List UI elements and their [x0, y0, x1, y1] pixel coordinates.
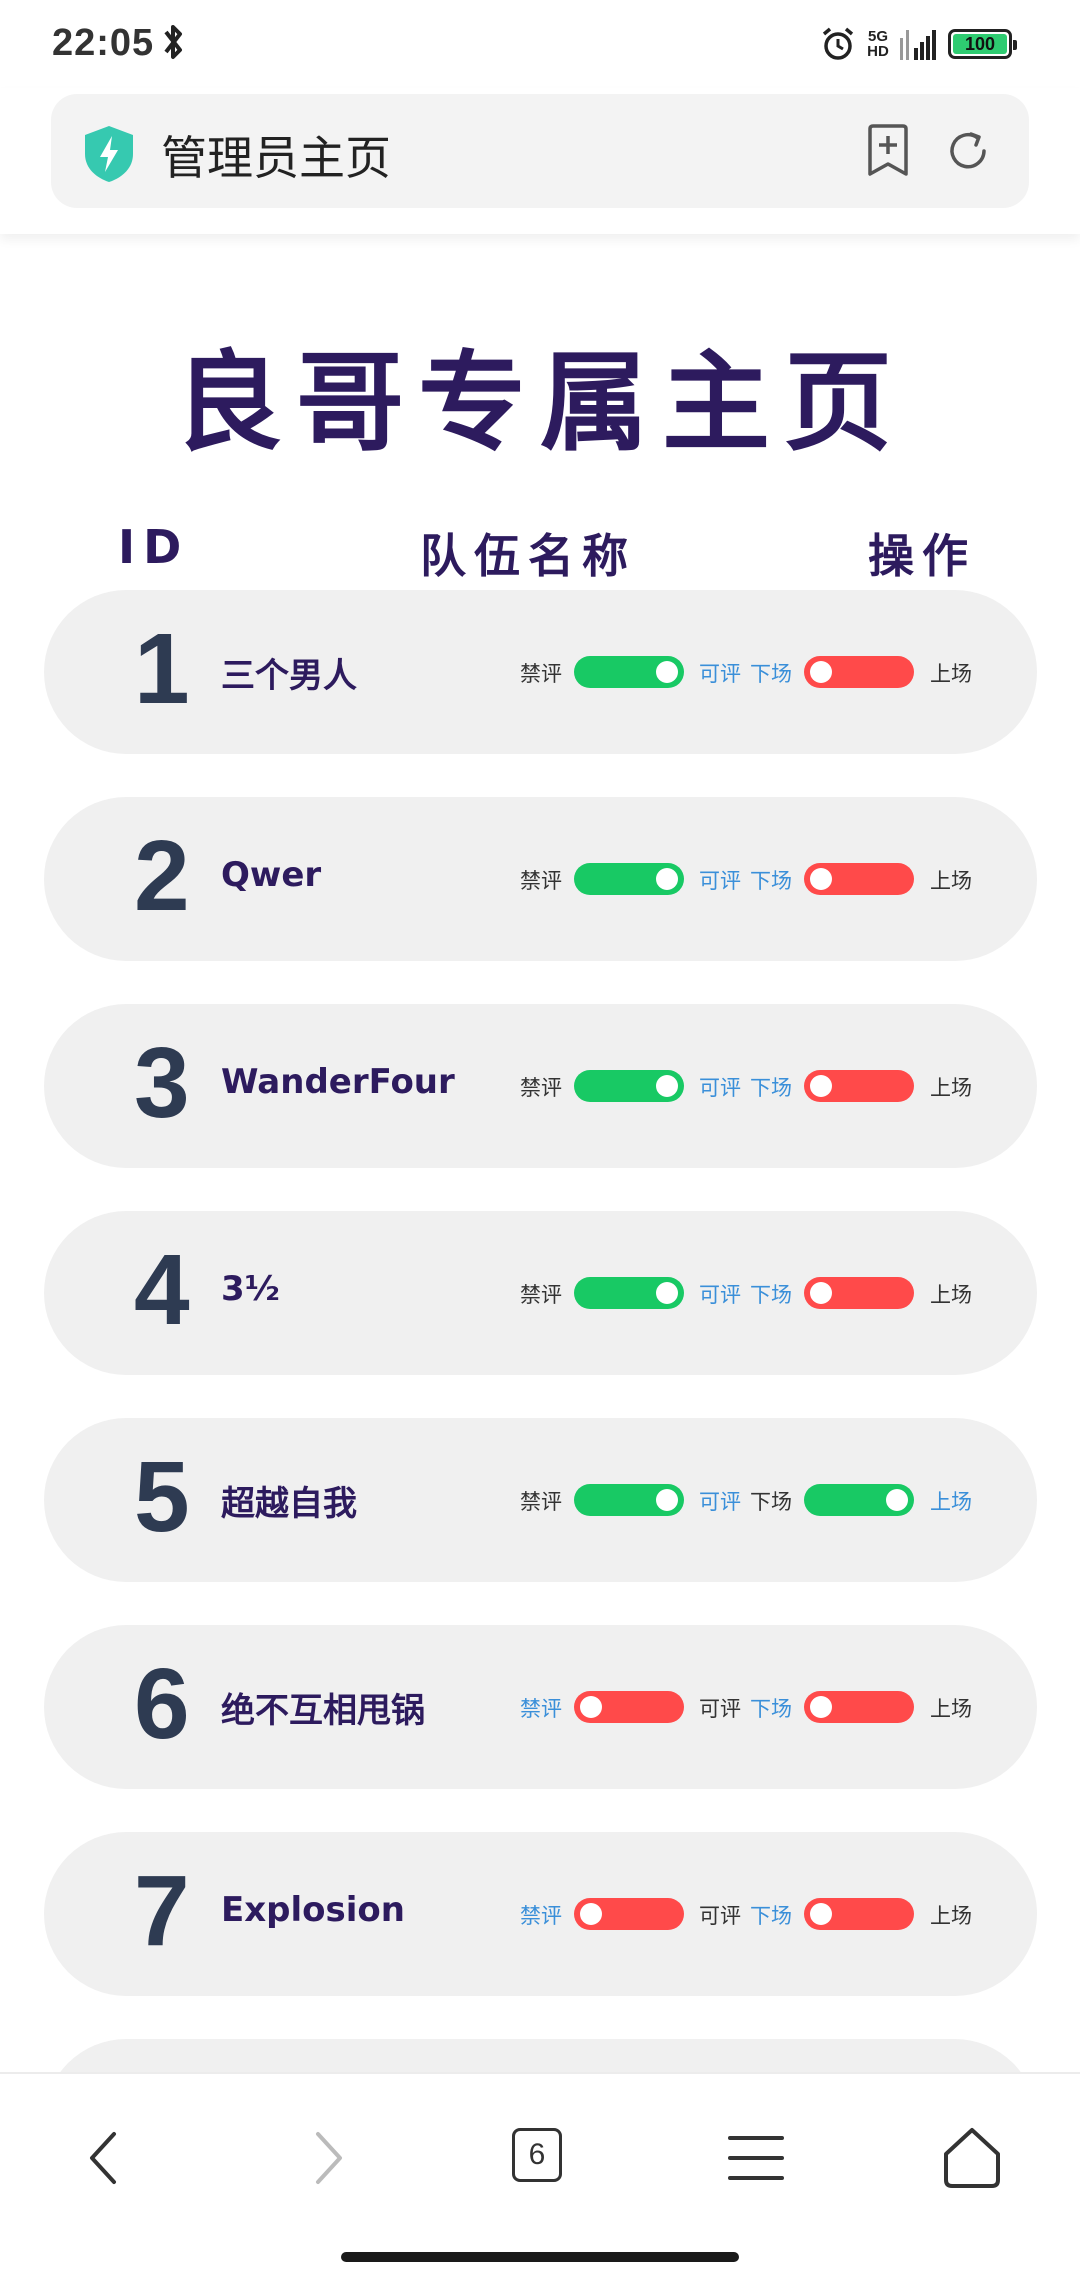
stage-toggle[interactable] [804, 1277, 914, 1309]
reload-icon[interactable] [945, 128, 991, 174]
review-toggle[interactable] [574, 1484, 684, 1516]
team-name: 三个男人 [221, 656, 357, 696]
team-row: 4 3½ 禁评 可评 下场 上场 [44, 1211, 1037, 1375]
review-toggle[interactable] [574, 1898, 684, 1930]
menu-icon[interactable] [716, 2118, 796, 2198]
label-off-stage[interactable]: 下场 [750, 1279, 792, 1309]
page-title: 管理员主页 [161, 131, 391, 185]
team-name: 绝不互相甩锅 [221, 1691, 425, 1731]
label-on-stage[interactable]: 上场 [930, 1693, 972, 1723]
review-toggle[interactable] [574, 1070, 684, 1102]
label-allow-review[interactable]: 可评 [699, 658, 741, 688]
label-off-stage[interactable]: 下场 [750, 1900, 792, 1930]
toggle-knob [886, 1489, 908, 1511]
page-heading: 良哥专属主页 [173, 341, 906, 466]
label-off-stage[interactable]: 下场 [750, 865, 792, 895]
stage-toggle[interactable] [804, 1070, 914, 1102]
toggle-knob [656, 1282, 678, 1304]
team-name: Qwer [221, 855, 322, 895]
alarm-icon [822, 27, 854, 60]
label-allow-review[interactable]: 可评 [699, 1072, 741, 1102]
stage-toggle[interactable] [804, 863, 914, 895]
review-toggle[interactable] [574, 1691, 684, 1723]
label-allow-review[interactable]: 可评 [699, 1693, 741, 1723]
toggle-knob [580, 1696, 602, 1718]
toggle-knob [656, 868, 678, 890]
bluetooth-icon [164, 25, 182, 59]
team-list: 1 三个男人 禁评 可评 下场 上场 2 Qwer 禁评 可评 下场 上场 3 WanderFour 禁评可… [44, 590, 1037, 2246]
label-ban-review[interactable]: 禁评 [520, 1279, 562, 1309]
toggle-knob [810, 1282, 832, 1304]
review-toggle[interactable] [574, 863, 684, 895]
add-bookmark-icon[interactable] [865, 124, 911, 178]
label-allow-review[interactable]: 可评 [699, 1900, 741, 1930]
toggle-knob [656, 1075, 678, 1097]
toggle-knob [810, 661, 832, 683]
label-ban-review[interactable]: 禁评 [520, 865, 562, 895]
team-name: 超越自我 [221, 1484, 357, 1524]
label-ban-review[interactable]: 禁评 [520, 1900, 562, 1930]
status-time: 22:05 [52, 22, 155, 64]
team-row: 1 三个男人 禁评 可评 下场 上场 [44, 590, 1037, 754]
team-name: WanderFour [221, 1062, 455, 1102]
status-icons: 5G HD 100 [820, 24, 1017, 64]
label-on-stage[interactable]: 上场 [930, 1486, 972, 1516]
column-header-action: 操作 [868, 529, 976, 583]
gesture-home-bar[interactable] [341, 2252, 739, 2262]
label-allow-review[interactable]: 可评 [699, 1486, 741, 1516]
security-shield-icon [85, 126, 133, 182]
team-name: 3½ [221, 1269, 280, 1309]
label-off-stage[interactable]: 下场 [750, 1072, 792, 1102]
back-icon[interactable] [66, 2118, 146, 2198]
label-on-stage[interactable]: 上场 [930, 865, 972, 895]
status-bar: 22:05 5G HD 100 [0, 0, 1080, 88]
label-off-stage[interactable]: 下场 [750, 1486, 792, 1516]
column-header-name: 队伍名称 [420, 529, 636, 583]
team-row: 3 WanderFour 禁评 可评 下场 上场 [44, 1004, 1037, 1168]
team-row: 7 Explosion 禁评 可评 下场 上场 [44, 1832, 1037, 1996]
label-allow-review[interactable]: 可评 [699, 865, 741, 895]
label-off-stage[interactable]: 下场 [750, 658, 792, 688]
team-row: 5 超越自我 禁评 可评 下场 上场 [44, 1418, 1037, 1582]
label-ban-review[interactable]: 禁评 [520, 1072, 562, 1102]
tab-count: 6 [512, 2128, 562, 2182]
column-header-id: ID [118, 520, 190, 574]
toggle-knob [810, 1903, 832, 1925]
label-on-stage[interactable]: 上场 [930, 658, 972, 688]
label-ban-review[interactable]: 禁评 [520, 1486, 562, 1516]
toggle-knob [656, 1489, 678, 1511]
browser-bottom-nav: 6 [0, 2072, 1080, 2282]
label-on-stage[interactable]: 上场 [930, 1900, 972, 1930]
label-allow-review[interactable]: 可评 [699, 1279, 741, 1309]
home-icon[interactable] [932, 2118, 1012, 2198]
label-on-stage[interactable]: 上场 [930, 1072, 972, 1102]
stage-toggle[interactable] [804, 1898, 914, 1930]
toggle-knob [810, 1075, 832, 1097]
label-ban-review[interactable]: 禁评 [520, 1693, 562, 1723]
browser-toolbar: 管理员主页 [0, 88, 1080, 234]
team-name: Explosion [221, 1890, 405, 1930]
review-toggle[interactable] [574, 1277, 684, 1309]
battery-icon: 100 [948, 29, 1017, 59]
toggle-knob [810, 868, 832, 890]
stage-toggle[interactable] [804, 656, 914, 688]
toggle-knob [656, 661, 678, 683]
tabs-button[interactable]: 6 [500, 2118, 580, 2198]
toggle-knob [580, 1903, 602, 1925]
address-bar[interactable]: 管理员主页 [51, 94, 1029, 208]
label-ban-review[interactable]: 禁评 [520, 658, 562, 688]
label-off-stage[interactable]: 下场 [750, 1693, 792, 1723]
team-row: 2 Qwer 禁评 可评 下场 上场 [44, 797, 1037, 961]
signal-icon [900, 30, 936, 60]
toggle-knob [810, 1696, 832, 1718]
network-5g-icon: 5G HD [867, 28, 889, 60]
stage-toggle[interactable] [804, 1484, 914, 1516]
team-row: 6 绝不互相甩锅 禁评 可评 下场 上场 [44, 1625, 1037, 1789]
label-on-stage[interactable]: 上场 [930, 1279, 972, 1309]
stage-toggle[interactable] [804, 1691, 914, 1723]
forward-icon[interactable] [286, 2118, 366, 2198]
review-toggle[interactable] [574, 656, 684, 688]
battery-level: 100 [953, 34, 1007, 54]
